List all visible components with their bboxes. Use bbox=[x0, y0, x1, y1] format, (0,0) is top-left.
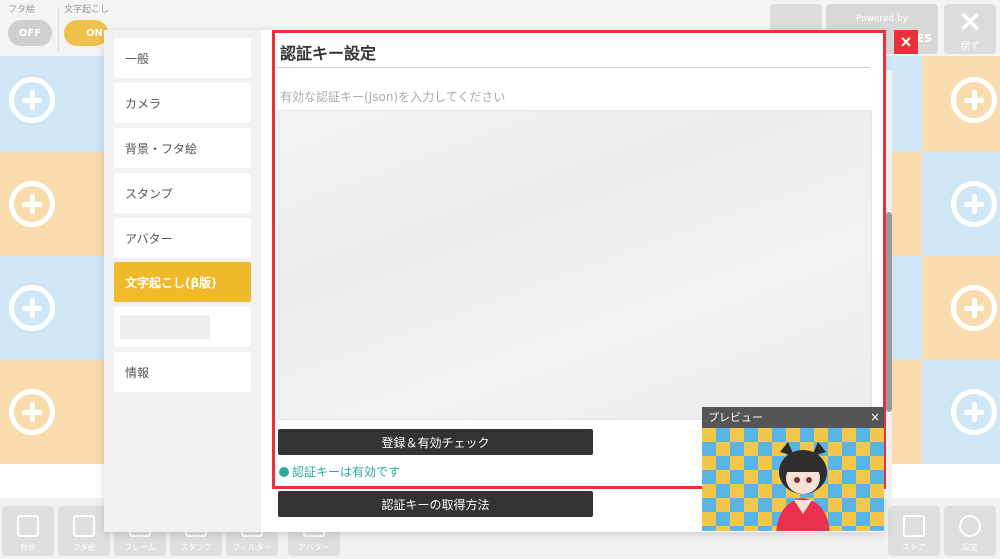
futae-tool-button[interactable]: フタ絵 bbox=[58, 506, 110, 556]
preview-header[interactable]: プレビュー × bbox=[702, 407, 884, 428]
sidebar-item-info[interactable]: 情報 bbox=[114, 352, 251, 392]
moji-toggle[interactable]: ON bbox=[64, 20, 108, 46]
close-icon: × bbox=[900, 31, 912, 52]
add-slot[interactable] bbox=[0, 360, 84, 464]
bottom-button-label: スタンプ bbox=[180, 543, 212, 552]
settings-label: 設定 bbox=[962, 543, 978, 552]
sidebar-item-avatar[interactable]: アバター bbox=[114, 218, 251, 258]
plus-icon bbox=[9, 77, 55, 123]
divider bbox=[58, 6, 59, 52]
close-icon: × bbox=[957, 3, 983, 39]
page-title: 認証キー設定 bbox=[280, 44, 377, 63]
bottom-button-label: フタ絵 bbox=[72, 543, 96, 552]
close-app-button[interactable]: × 閉ず bbox=[944, 4, 996, 54]
avatar-character-image bbox=[776, 442, 830, 531]
background-tool-button[interactable]: 背景 bbox=[2, 506, 54, 556]
bottom-button-label: フレーム bbox=[124, 543, 156, 552]
json-input-label: 有効な認証キー(Json)を入力してください bbox=[280, 90, 506, 104]
sidebar-item-transcription[interactable]: 文字起こし(β版) bbox=[114, 262, 251, 302]
register-check-button[interactable]: 登録＆有効チェック bbox=[278, 429, 593, 455]
add-slot[interactable] bbox=[0, 256, 84, 360]
gear-icon bbox=[959, 515, 981, 537]
plus-icon bbox=[951, 285, 997, 331]
bottom-button-label: フィルター bbox=[232, 543, 272, 552]
howto-button[interactable]: 認証キーの取得方法 bbox=[278, 491, 593, 517]
sidebar-item-background[interactable]: 背景・フタ絵 bbox=[114, 128, 251, 168]
powered-by-suffix: ES bbox=[916, 32, 932, 45]
blurred-label bbox=[120, 315, 210, 339]
frame-icon bbox=[73, 515, 95, 537]
plus-icon bbox=[9, 285, 55, 331]
bottom-button-label: アバター bbox=[298, 543, 330, 552]
plus-icon bbox=[951, 181, 997, 227]
preview-window: プレビュー × bbox=[702, 407, 884, 531]
close-app-label: 閉ず bbox=[960, 41, 979, 52]
moji-toggle-group: 文字起こし ON bbox=[64, 4, 109, 46]
plus-icon bbox=[951, 389, 997, 435]
settings-button[interactable]: 設定 bbox=[944, 506, 996, 556]
futae-toggle-group: フタ絵 OFF bbox=[8, 4, 52, 46]
add-slot[interactable] bbox=[0, 48, 84, 152]
moji-toggle-label: 文字起こし bbox=[64, 5, 110, 15]
sidebar-item-camera[interactable]: カメラ bbox=[114, 83, 251, 123]
add-slot[interactable] bbox=[922, 256, 1000, 360]
store-label: ストア bbox=[902, 543, 926, 552]
futae-toggle[interactable]: OFF bbox=[8, 20, 52, 46]
add-slot[interactable] bbox=[922, 152, 1000, 256]
preview-close-icon[interactable]: × bbox=[870, 407, 880, 428]
title-divider bbox=[278, 67, 870, 68]
store-icon bbox=[903, 515, 925, 537]
image-icon bbox=[17, 515, 39, 537]
powered-by-label: Powered by bbox=[855, 14, 909, 24]
auth-status: 認証キーは有効です bbox=[279, 463, 400, 480]
settings-sidebar: 一般 カメラ 背景・フタ絵 スタンプ アバター 文字起こし(β版) 情報 bbox=[104, 30, 261, 532]
store-button[interactable]: ストア bbox=[888, 506, 940, 556]
bottom-button-label: 背景 bbox=[20, 543, 36, 552]
add-slot[interactable] bbox=[0, 152, 84, 256]
status-dot-icon bbox=[279, 466, 289, 477]
scrollbar-thumb[interactable] bbox=[886, 212, 892, 412]
plus-icon bbox=[951, 77, 997, 123]
preview-title: プレビュー bbox=[708, 411, 763, 424]
add-slot[interactable] bbox=[922, 360, 1000, 464]
add-slot[interactable] bbox=[922, 48, 1000, 152]
preview-canvas bbox=[702, 428, 884, 531]
sidebar-item-hidden[interactable] bbox=[114, 307, 251, 347]
status-text: 認証キーは有効です bbox=[292, 465, 401, 479]
panel-close-button[interactable]: × bbox=[894, 30, 918, 54]
futae-toggle-label: フタ絵 bbox=[8, 5, 36, 15]
plus-icon bbox=[9, 389, 55, 435]
sidebar-item-stamp[interactable]: スタンプ bbox=[114, 173, 251, 213]
sidebar-item-general[interactable]: 一般 bbox=[114, 38, 251, 78]
plus-icon bbox=[9, 181, 55, 227]
auth-key-json-input[interactable] bbox=[278, 110, 872, 420]
